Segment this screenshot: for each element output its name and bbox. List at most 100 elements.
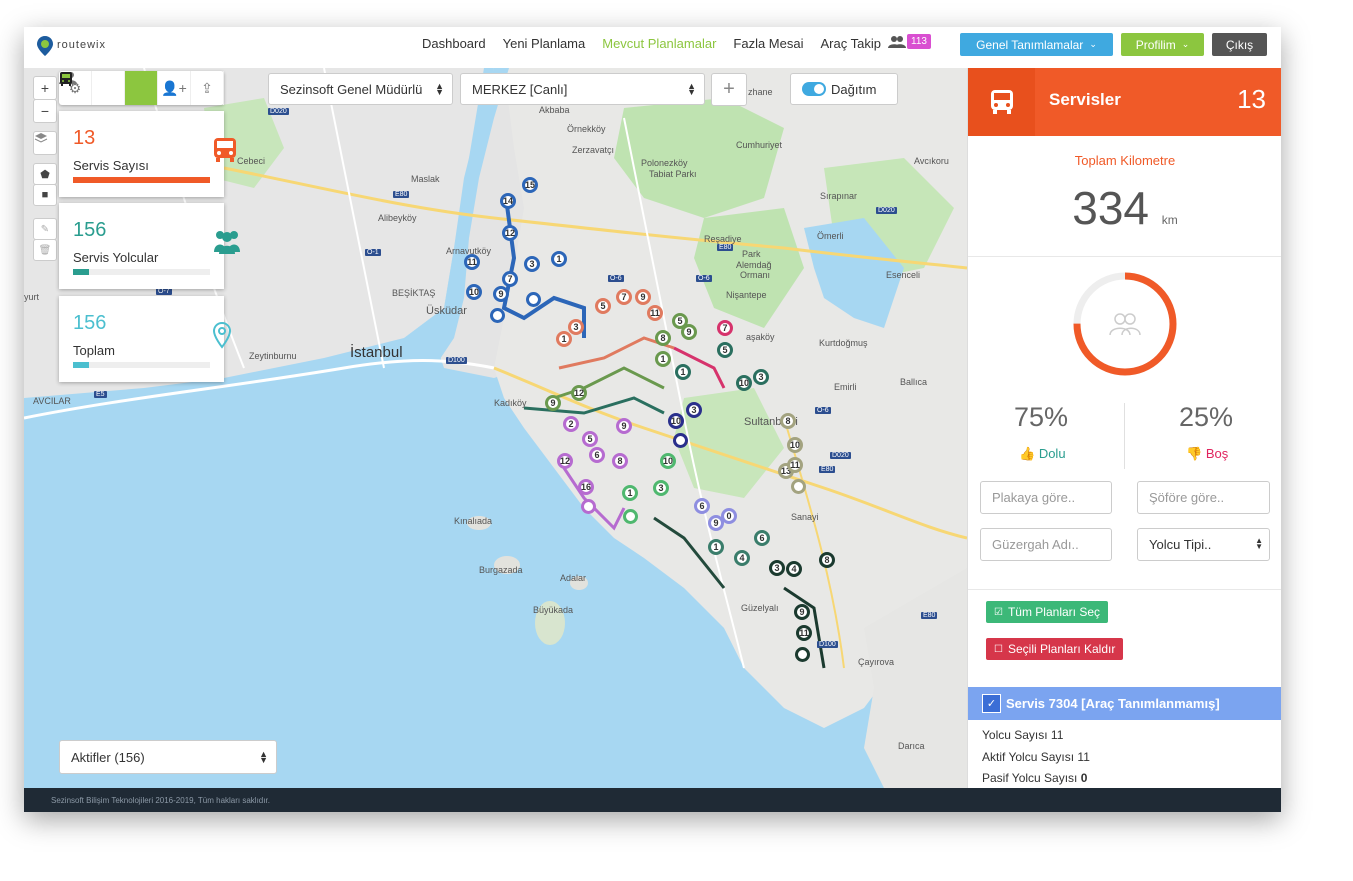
route-pin[interactable]: 1 bbox=[655, 351, 671, 367]
driver-search-input[interactable]: Şöföre göre.. bbox=[1137, 481, 1270, 514]
route-home-icon[interactable] bbox=[623, 509, 638, 524]
users-nav-item[interactable]: 113 bbox=[888, 34, 931, 49]
map-label: Park bbox=[742, 249, 761, 259]
nav-arac-takip[interactable]: Araç Takip bbox=[820, 36, 880, 51]
route-pin[interactable]: 3 bbox=[568, 319, 584, 335]
route-pin[interactable]: 3 bbox=[769, 560, 785, 576]
route-name-placeholder: Güzergah Adı.. bbox=[992, 537, 1079, 552]
route-pin[interactable]: 16 bbox=[578, 479, 594, 495]
route-home-icon[interactable] bbox=[791, 479, 806, 494]
nav-dashboard[interactable]: Dashboard bbox=[422, 36, 486, 51]
route-pin[interactable]: 3 bbox=[686, 402, 702, 418]
upload-tool[interactable]: ⇪ bbox=[191, 71, 224, 105]
route-home-icon[interactable] bbox=[795, 647, 810, 662]
route-pin[interactable]: 1 bbox=[708, 539, 724, 555]
active-filter-select[interactable]: Aktifler (156) ▲ ▼ bbox=[59, 740, 277, 774]
remove-selected-plans-button[interactable]: ☐ Seçili Planları Kaldır bbox=[986, 638, 1124, 660]
bus-tool[interactable] bbox=[60, 71, 158, 105]
route-item-header[interactable]: ✓ Servis 7304 [Araç Tanımlanmamış] bbox=[968, 687, 1281, 720]
stat-value: 156 bbox=[73, 219, 107, 241]
route-pin[interactable]: 7 bbox=[502, 271, 518, 287]
map-label: Avcıkoru bbox=[914, 156, 949, 166]
route-pin[interactable]: 12 bbox=[502, 225, 518, 241]
add-user-tool[interactable]: 👤+ bbox=[158, 71, 191, 105]
route-pin[interactable]: 9 bbox=[616, 418, 632, 434]
cikis-button[interactable]: Çıkış bbox=[1212, 33, 1267, 56]
route-pin[interactable]: 11 bbox=[464, 254, 480, 270]
route-pin[interactable]: 9 bbox=[545, 395, 561, 411]
route-pin[interactable]: 9 bbox=[493, 286, 509, 302]
route-pin[interactable]: 11 bbox=[647, 305, 663, 321]
map-area[interactable]: Maslak Cebeci Alibeyköy Arnavutköy BEŞİK… bbox=[24, 68, 967, 788]
route-checkbox[interactable]: ✓ bbox=[982, 694, 1001, 713]
route-pin[interactable]: 2 bbox=[563, 416, 579, 432]
route-pin[interactable]: 1 bbox=[622, 485, 638, 501]
route-pin[interactable]: 1 bbox=[675, 364, 691, 380]
edit-shape-button[interactable]: ✎ bbox=[33, 218, 57, 240]
route-pin[interactable]: 6 bbox=[754, 530, 770, 546]
route-home-icon[interactable] bbox=[673, 433, 688, 448]
route-pin[interactable]: 5 bbox=[582, 431, 598, 447]
route-pin[interactable]: 7 bbox=[717, 320, 733, 336]
layers-button[interactable] bbox=[33, 131, 57, 155]
road-sign: D100 bbox=[446, 357, 467, 364]
route-pin[interactable]: 8 bbox=[612, 453, 628, 469]
route-pin[interactable]: 5 bbox=[717, 342, 733, 358]
genel-tanimlamalar-button[interactable]: Genel Tanımlamalar ⌄ bbox=[960, 33, 1113, 56]
add-plan-button[interactable]: + bbox=[711, 73, 747, 106]
passenger-type-select[interactable]: Yolcu Tipi.. ▲ ▼ bbox=[1137, 528, 1270, 561]
zoom-out-button[interactable]: − bbox=[33, 99, 57, 123]
route-pin[interactable]: 9 bbox=[635, 289, 651, 305]
route-pin[interactable]: 1 bbox=[556, 331, 572, 347]
draw-polygon-button[interactable]: ⬟ bbox=[33, 163, 57, 185]
route-pin[interactable]: 3 bbox=[653, 480, 669, 496]
route-pin[interactable]: 10 bbox=[660, 453, 676, 469]
route-pin[interactable]: 6 bbox=[589, 447, 605, 463]
location-select[interactable]: MERKEZ [Canlı] ▲ ▼ bbox=[460, 73, 705, 105]
route-pin[interactable]: 10 bbox=[787, 437, 803, 453]
dagitim-toggle[interactable]: Dağıtım bbox=[790, 73, 898, 105]
route-pin[interactable]: 12 bbox=[557, 453, 573, 469]
users-tool[interactable] bbox=[59, 71, 125, 105]
zoom-in-button[interactable]: + bbox=[33, 76, 57, 100]
route-pin[interactable]: 8 bbox=[655, 330, 671, 346]
route-pin[interactable]: 9 bbox=[681, 324, 697, 340]
map-label: Zeytinburnu bbox=[249, 351, 297, 361]
toggle-switch[interactable] bbox=[802, 82, 826, 96]
nav-yeni-planlama[interactable]: Yeni Planlama bbox=[503, 36, 586, 51]
draw-rectangle-button[interactable]: ■ bbox=[33, 184, 57, 206]
profilim-button[interactable]: Profilim ⌄ bbox=[1121, 33, 1204, 56]
route-pin[interactable]: 11 bbox=[796, 625, 812, 641]
route-pin[interactable]: 0 bbox=[721, 508, 737, 524]
route-pin[interactable]: 10 bbox=[668, 413, 684, 429]
route-home-icon[interactable] bbox=[581, 499, 596, 514]
select-all-plans-button[interactable]: ☑ Tüm Planları Seç bbox=[986, 601, 1109, 623]
route-pin[interactable]: 10 bbox=[466, 284, 482, 300]
route-pin[interactable]: 8 bbox=[780, 413, 796, 429]
route-pin[interactable]: 7 bbox=[616, 289, 632, 305]
route-pin[interactable]: 9 bbox=[794, 604, 810, 620]
company-select[interactable]: Sezinsoft Genel Müdürlü ▲ ▼ bbox=[268, 73, 453, 105]
delete-shape-button[interactable]: 🗑 bbox=[33, 239, 57, 261]
route-home-icon[interactable] bbox=[490, 308, 505, 323]
empty-label: Boş bbox=[1205, 446, 1229, 461]
route-pin[interactable]: 8 bbox=[819, 552, 835, 568]
route-pin[interactable]: 12 bbox=[571, 385, 587, 401]
route-pin[interactable]: 3 bbox=[753, 369, 769, 385]
route-pin[interactable]: 15 bbox=[522, 177, 538, 193]
route-pin[interactable]: 14 bbox=[500, 193, 516, 209]
route-name-input[interactable]: Güzergah Adı.. bbox=[980, 528, 1112, 561]
logo[interactable]: routewix bbox=[36, 35, 106, 56]
route-pin[interactable]: 11 bbox=[787, 457, 803, 473]
route-pin[interactable]: 1 bbox=[551, 251, 567, 267]
route-pin[interactable]: 4 bbox=[786, 561, 802, 577]
route-pin[interactable]: 3 bbox=[524, 256, 540, 272]
route-pin[interactable]: 6 bbox=[694, 498, 710, 514]
plate-search-input[interactable]: Plakaya göre.. bbox=[980, 481, 1112, 514]
route-home-icon[interactable] bbox=[526, 292, 541, 307]
nav-mevcut-planlamalar[interactable]: Mevcut Planlamalar bbox=[602, 36, 716, 51]
route-pin[interactable]: 5 bbox=[595, 298, 611, 314]
route-pin[interactable]: 4 bbox=[734, 550, 750, 566]
nav-fazla-mesai[interactable]: Fazla Mesai bbox=[733, 36, 803, 51]
route-pin[interactable]: 10 bbox=[736, 375, 752, 391]
